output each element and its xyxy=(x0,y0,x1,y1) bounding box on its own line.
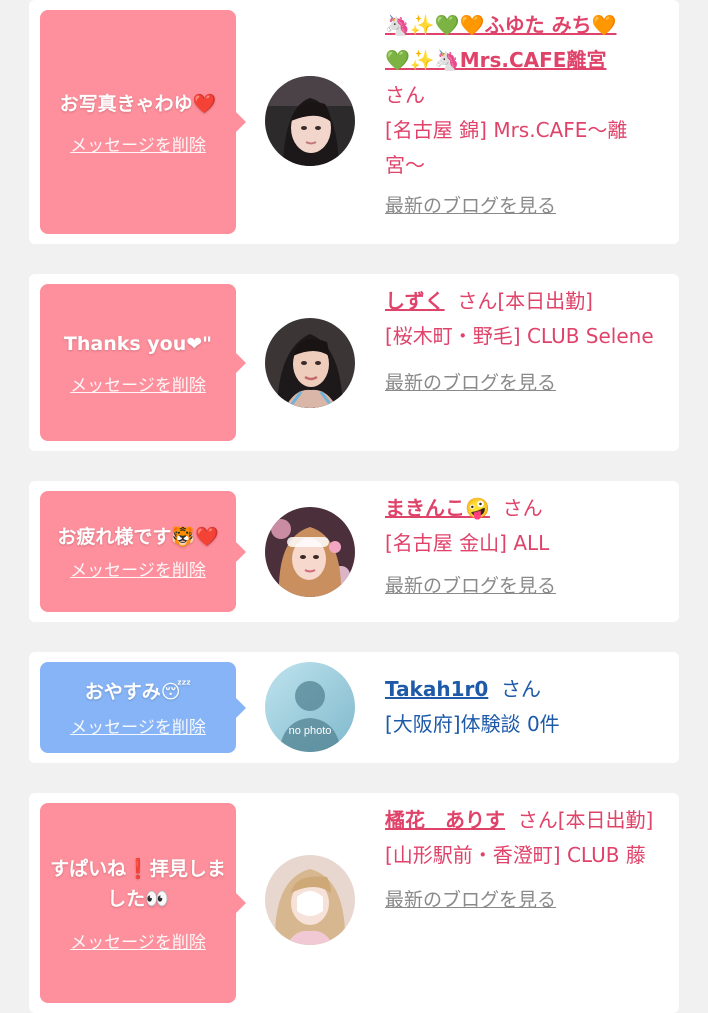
delete-message-link[interactable]: メッセージを削除 xyxy=(70,556,206,581)
avatar[interactable] xyxy=(265,76,355,166)
avatar-photo xyxy=(265,318,355,408)
honorific: さん[本日出勤] xyxy=(457,289,593,313)
latest-blog-link[interactable]: 最新のブログを見る xyxy=(385,189,667,224)
avatar-photo xyxy=(265,76,355,166)
honorific: さん xyxy=(385,83,425,107)
shop-info: [名古屋 金山] ALL xyxy=(385,531,550,555)
honorific: さん xyxy=(501,677,542,701)
latest-blog-link[interactable]: 最新のブログを見る xyxy=(385,366,667,401)
honorific: さん[本日出勤] xyxy=(517,808,654,832)
message-card: Thanks you❤" メッセージを削除 しずく さん[本日出勤] [桜木町・… xyxy=(29,274,679,451)
message-bubble: すぱいね❗️拝見しました👀 メッセージを削除 xyxy=(40,803,246,1003)
sender-info: 🦄✨💚🧡ふゆた みち🧡 💚✨🦄Mrs.CAFE離宮 さん [名古屋 錦] Mrs… xyxy=(385,8,667,224)
sender-info: 橘花 ありす さん[本日出勤] [山形駅前・香澄町] CLUB 藤 最新のブログ… xyxy=(385,803,667,918)
message-card: すぱいね❗️拝見しました👀 メッセージを削除 橘花 ありす さん[本日出勤] [… xyxy=(29,793,679,1013)
no-photo-text: no photo xyxy=(289,725,332,737)
avatar[interactable] xyxy=(265,855,355,945)
avatar[interactable] xyxy=(265,507,355,597)
sender-name-link-cont[interactable]: 💚✨🦄Mrs.CAFE離宮 xyxy=(385,48,606,72)
message-bubble: お疲れ様です🐯❤️ メッセージを削除 xyxy=(40,491,246,612)
avatar-photo xyxy=(265,855,355,945)
sender-name-link[interactable]: 橘花 ありす xyxy=(385,808,505,832)
message-card: お疲れ様です🐯❤️ メッセージを削除 まきんこ🤪 さん [名古屋 金山] ALL… xyxy=(29,481,679,622)
avatar-photo xyxy=(265,507,355,597)
message-text: おやすみ😴 xyxy=(84,681,192,703)
message-text: お疲れ様です🐯❤️ xyxy=(57,526,219,548)
sender-name-link[interactable]: Takah1r0 xyxy=(385,677,488,701)
message-text: すぱいね❗️拝見しました👀 xyxy=(50,857,226,910)
sender-info: しずく さん[本日出勤] [桜木町・野毛] CLUB Selene 最新のブログ… xyxy=(385,284,667,401)
delete-message-link[interactable]: メッセージを削除 xyxy=(70,131,206,156)
delete-message-link[interactable]: メッセージを削除 xyxy=(70,713,206,738)
honorific: さん xyxy=(502,496,543,520)
shop-info: [山形駅前・香澄町] CLUB 藤 xyxy=(385,843,646,867)
message-card: お写真きゃわゆ❤️ メッセージを削除 🦄✨💚🧡ふゆた みち🧡 💚✨🦄Mrs.CA… xyxy=(29,0,679,244)
no-photo-icon: no photo xyxy=(265,662,355,752)
latest-blog-link[interactable]: 最新のブログを見る xyxy=(385,569,667,604)
sender-name-link[interactable]: しずく xyxy=(385,289,445,313)
delete-message-link[interactable]: メッセージを削除 xyxy=(70,371,206,396)
avatar[interactable]: no photo xyxy=(265,662,355,752)
message-bubble: お写真きゃわゆ❤️ メッセージを削除 xyxy=(40,10,246,234)
avatar[interactable] xyxy=(265,318,355,408)
message-card: おやすみ😴 メッセージを削除 no photo Takah1r0 さん [大阪府… xyxy=(29,652,679,763)
sender-info: まきんこ🤪 さん [名古屋 金山] ALL 最新のブログを見る xyxy=(385,491,667,604)
sender-name-link[interactable]: 🦄✨💚🧡ふゆた みち🧡 xyxy=(385,13,616,37)
sender-info: Takah1r0 さん [大阪府]体験談 0件 xyxy=(385,672,667,742)
shop-info: [大阪府]体験談 0件 xyxy=(385,712,560,736)
delete-message-link[interactable]: メッセージを削除 xyxy=(70,928,206,953)
sender-name-link[interactable]: まきんこ🤪 xyxy=(385,496,490,520)
shop-info: [名古屋 錦] Mrs.CAFE〜離宮〜 xyxy=(385,118,628,177)
message-bubble: おやすみ😴 メッセージを削除 xyxy=(40,662,246,753)
message-text: お写真きゃわゆ❤️ xyxy=(59,92,217,115)
latest-blog-link[interactable]: 最新のブログを見る xyxy=(385,883,667,918)
message-list: お写真きゃわゆ❤️ メッセージを削除 🦄✨💚🧡ふゆた みち🧡 💚✨🦄Mrs.CA… xyxy=(0,0,708,1013)
shop-info: [桜木町・野毛] CLUB Selene xyxy=(385,324,654,348)
message-bubble: Thanks you❤" メッセージを削除 xyxy=(40,284,246,441)
message-text: Thanks you❤" xyxy=(63,333,213,355)
